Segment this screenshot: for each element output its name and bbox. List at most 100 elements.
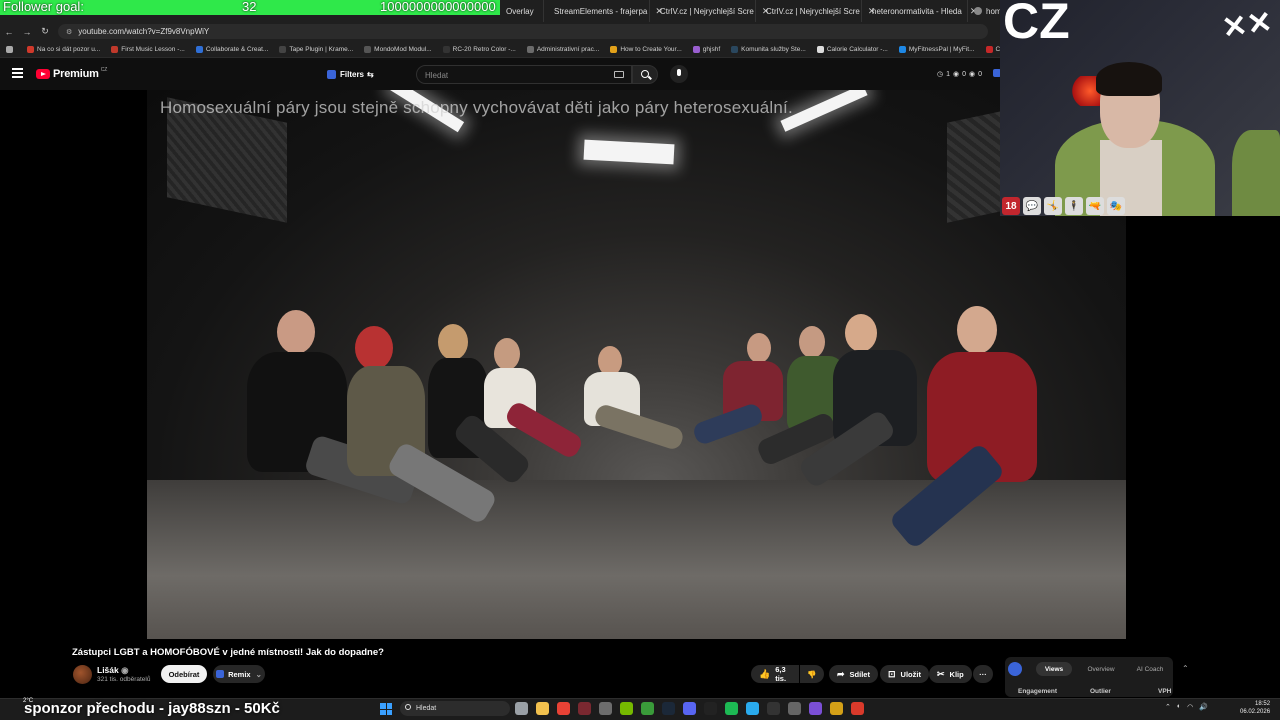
- save-button[interactable]: ⊡ Uložit: [880, 665, 929, 683]
- steam-icon[interactable]: [662, 702, 675, 715]
- app-icon[interactable]: [599, 702, 612, 715]
- bookmark-item[interactable]: MondoMod Modul...: [364, 45, 432, 53]
- bookmark-item[interactable]: Komunita služby Ste...: [731, 45, 806, 53]
- video-player[interactable]: Homosexuální páry jsou stejně schopny vy…: [147, 90, 1126, 639]
- grid-icon[interactable]: [809, 702, 822, 715]
- follower-goal-current: 32: [242, 0, 257, 14]
- bookmark-item[interactable]: ghjshf: [692, 45, 720, 53]
- filters-button[interactable]: Filters ⇆: [327, 67, 374, 81]
- taskbar-clock[interactable]: 18:52 06.02.2026: [1240, 700, 1270, 716]
- chrome-icon[interactable]: [557, 702, 570, 715]
- app2-icon[interactable]: [830, 702, 843, 715]
- bookmark-favicon-icon: [526, 45, 534, 53]
- vidiq-icon[interactable]: [1008, 662, 1022, 676]
- back-icon[interactable]: ←: [0, 27, 18, 37]
- file-explorer-icon[interactable]: [536, 702, 549, 715]
- youtube-header: Premium CZ Filters ⇆ Hledat ◷ 1 ◉ 0 ◉ 0: [0, 58, 1001, 90]
- bookmark-label: MondoMod Modul...: [374, 45, 432, 53]
- youtube-logo[interactable]: Premium CZ: [36, 67, 107, 80]
- tab-heteronormativita[interactable]: heteronormativita - Hleda✕: [862, 0, 977, 22]
- discord-icon[interactable]: [683, 702, 696, 715]
- studio-light: [583, 139, 675, 165]
- tab-overview[interactable]: Overview: [1082, 662, 1120, 676]
- channel-subscribers: 321 tis. odběratelů: [97, 676, 151, 683]
- chevron-up-icon[interactable]: ⌃: [1165, 703, 1171, 711]
- tab-ai-coach[interactable]: AI Coach: [1130, 662, 1170, 676]
- keyboard-icon[interactable]: [614, 71, 624, 78]
- studio-light: [780, 90, 868, 132]
- forward-icon[interactable]: →: [18, 27, 36, 37]
- dislike-button[interactable]: 👎: [800, 665, 824, 683]
- channel-avatar[interactable]: [73, 665, 92, 684]
- bookmark-item[interactable]: How to Create Your...: [610, 45, 682, 53]
- bookmark-item[interactable]: MyFitnessPal | MyFit...: [898, 45, 975, 53]
- obs-icon[interactable]: [578, 702, 591, 715]
- settings-icon[interactable]: [788, 702, 801, 715]
- task-view-icon[interactable]: [515, 702, 528, 715]
- tabstrip-background: [0, 15, 500, 22]
- bookmark-item[interactable]: Na co si dát pozor u...: [27, 45, 100, 53]
- search-input[interactable]: Hledat: [416, 65, 632, 84]
- clip-label: Klip: [949, 669, 964, 679]
- counter-value: 1: [946, 70, 951, 78]
- bookmark-item[interactable]: First Music Lesson -...: [111, 45, 185, 53]
- tab-ctrlv-1[interactable]: CtrlV.cz | Nejrychlejší Scre ✕: [650, 0, 769, 22]
- more-button[interactable]: ···: [973, 665, 993, 683]
- bookmark-icon: ⊡: [888, 668, 896, 679]
- like-button[interactable]: 👍 6,3 tis.: [751, 665, 799, 683]
- system-tray[interactable]: ⌃ ◐ ◠ 🔊: [1165, 703, 1208, 711]
- follower-goal-label: Follower goal:: [3, 0, 84, 14]
- bookmarks-bar: Na co si dát pozor u... First Music Lesso…: [0, 41, 1000, 58]
- bookmark-item[interactable]: RC-20 Retro Color -...: [442, 45, 516, 53]
- reload-icon[interactable]: ↻: [36, 26, 54, 37]
- tab-overlay[interactable]: Overlay: [500, 0, 544, 22]
- menu-icon[interactable]: [12, 68, 23, 78]
- webcam-cz-text: CZ: [1003, 0, 1070, 49]
- epic-icon[interactable]: [767, 702, 780, 715]
- search-button[interactable]: [632, 65, 658, 84]
- bookmark-item[interactable]: Tape Plugin | Krame...: [279, 45, 353, 53]
- bookmark-item[interactable]: Administrativní prac...: [526, 45, 599, 53]
- bookmark-label: MyFitnessPal | MyFit...: [908, 45, 975, 53]
- nvidia-icon[interactable]: [620, 702, 633, 715]
- telegram-icon[interactable]: [746, 702, 759, 715]
- bookmark-favicon-icon: [279, 45, 287, 53]
- windows-start-icon[interactable]: [380, 703, 392, 715]
- verified-icon: ◉: [121, 665, 129, 675]
- tab-ctrlv-2[interactable]: CtrlV.cz | Nejrychlejší Scre ✕: [756, 0, 875, 22]
- xbox-icon[interactable]: [641, 702, 654, 715]
- wifi-icon[interactable]: ◠: [1187, 703, 1193, 711]
- bookmark-label: Komunita služby Ste...: [741, 45, 806, 53]
- voice-search-button[interactable]: [670, 65, 688, 83]
- bookmark-favicon-icon: [442, 45, 450, 53]
- site-info-icon[interactable]: ⚙: [66, 28, 72, 36]
- network-icon[interactable]: ◐: [1177, 703, 1181, 711]
- remix-button[interactable]: Remix ⌄: [213, 665, 265, 683]
- bookmark-item[interactable]: Calorie Calculator -...: [816, 45, 888, 53]
- bookmark-label: How to Create Your...: [620, 45, 682, 53]
- volume-icon[interactable]: 🔊: [1199, 703, 1208, 711]
- share-button[interactable]: ➦ Sdílet: [829, 665, 878, 683]
- sliders-icon: ⇆: [367, 69, 374, 79]
- logo-text: Premium: [53, 68, 99, 80]
- bookmark-item[interactable]: Cha - Cha by Simon...: [985, 45, 1000, 53]
- channel-name[interactable]: Lišák ◉: [97, 665, 129, 676]
- tab-homose[interactable]: homose: [968, 0, 1000, 22]
- spotify-icon[interactable]: [725, 702, 738, 715]
- clip-button[interactable]: ✂ Klip: [929, 665, 972, 683]
- subscribe-button[interactable]: Odebírat: [161, 665, 207, 683]
- bookmark-item[interactable]: Collaborate & Creat...: [195, 45, 268, 53]
- apps-icon[interactable]: [6, 45, 16, 53]
- chevron-up-icon[interactable]: ⌃: [1182, 664, 1189, 673]
- extension-counters[interactable]: ◷ 1 ◉ 0 ◉ 0: [937, 70, 982, 79]
- tab-label: StreamElements - frajerpa: [554, 6, 648, 16]
- bookmark-favicon-icon: [610, 45, 618, 53]
- url-field[interactable]: ⚙ youtube.com/watch?v=Zf9v8VnpWiY: [58, 24, 988, 39]
- red-app-icon[interactable]: [851, 702, 864, 715]
- video-title: Zástupci LGBT a HOMOFÓBOVÉ v jedné místn…: [72, 647, 384, 658]
- tab-streamelements[interactable]: StreamElements - frajerpa ✕: [544, 0, 663, 22]
- tidal-icon[interactable]: [704, 702, 717, 715]
- tab-views[interactable]: Views: [1036, 662, 1072, 676]
- bookmark-favicon-icon: [692, 45, 700, 53]
- taskbar-search[interactable]: Hledat: [400, 701, 510, 716]
